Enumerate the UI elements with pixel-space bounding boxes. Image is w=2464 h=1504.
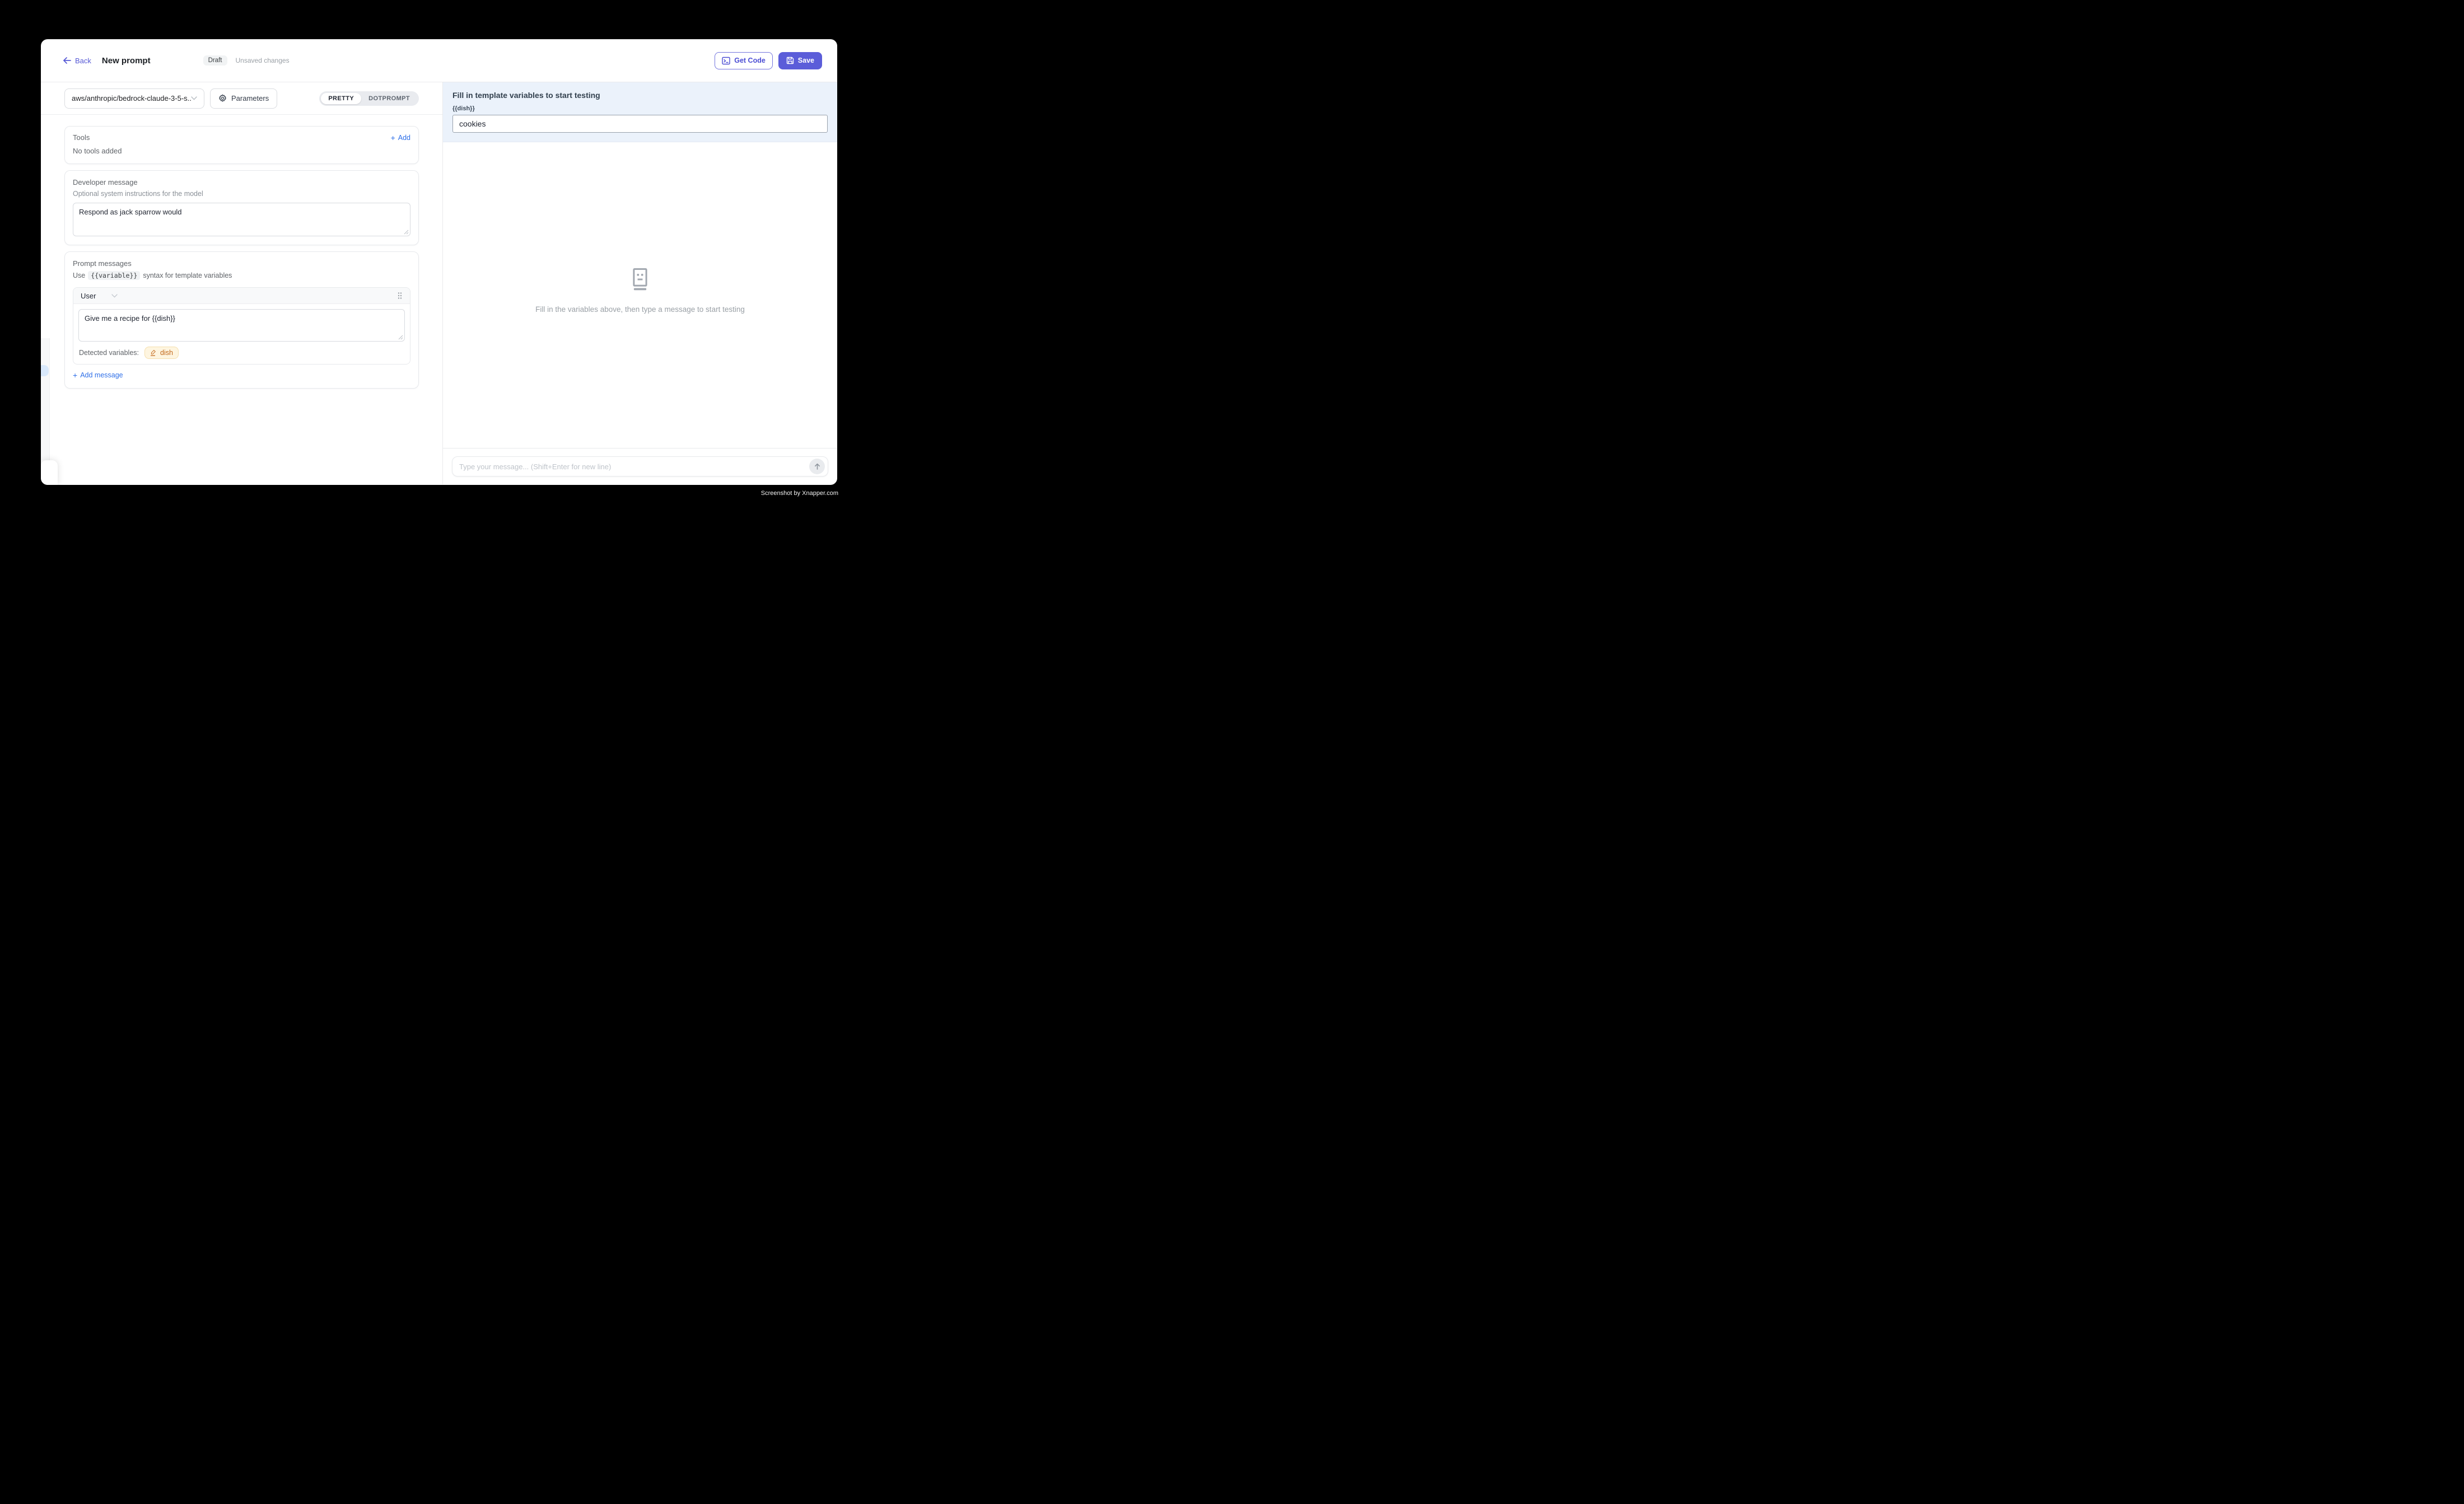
save-button[interactable]: Save xyxy=(778,52,822,69)
developer-message-textarea[interactable] xyxy=(73,203,410,236)
variable-badge-dish[interactable]: dish xyxy=(144,347,179,359)
template-hint: Use {{variable}} syntax for template var… xyxy=(73,271,410,280)
parameters-label: Parameters xyxy=(231,94,269,102)
variable-badge-label: dish xyxy=(160,349,173,357)
role-value: User xyxy=(81,292,96,300)
status-badge: Draft xyxy=(203,55,227,66)
chat-empty-state: Fill in the variables above, then type a… xyxy=(443,138,837,443)
variable-syntax-chip: {{variable}} xyxy=(88,271,140,280)
tools-title: Tools xyxy=(73,133,90,142)
toggle-pretty[interactable]: PRETTY xyxy=(321,93,361,104)
watermark-text: Screenshot by Xnapper.com xyxy=(761,490,838,497)
side-drawer-card[interactable] xyxy=(41,460,58,485)
chevron-down-icon xyxy=(111,294,118,298)
chat-input-container xyxy=(452,456,828,477)
template-variables-section: Fill in template variables to start test… xyxy=(443,82,837,142)
parameters-button[interactable]: Parameters xyxy=(210,88,277,109)
message-header: User xyxy=(73,288,410,304)
add-message-button[interactable]: + Add message xyxy=(73,371,123,379)
drag-handle-icon[interactable] xyxy=(397,292,403,300)
model-select-value: aws/anthropic/bedrock-claude-3-5-s... xyxy=(72,94,191,102)
developer-message-card: Developer message Optional system instru… xyxy=(64,170,419,245)
empty-state-text: Fill in the variables above, then type a… xyxy=(535,305,745,314)
editor-panel: aws/anthropic/bedrock-claude-3-5-s... xyxy=(41,82,443,484)
hint-suffix: syntax for template variables xyxy=(143,272,232,279)
unsaved-changes-text: Unsaved changes xyxy=(236,57,290,64)
screenshot-stage: Back New prompt Draft Unsaved changes Ge… xyxy=(0,0,878,536)
message-body: Detected variables: dis xyxy=(73,304,410,364)
prompt-messages-title: Prompt messages xyxy=(73,259,410,268)
get-code-label: Get Code xyxy=(734,57,766,64)
gear-icon xyxy=(218,94,227,102)
prompt-messages-card: Prompt messages Use {{variable}} syntax … xyxy=(64,251,419,389)
toggle-dotprompt[interactable]: DOTPROMPT xyxy=(361,93,417,104)
plus-icon: + xyxy=(391,134,395,142)
developer-message-subtitle: Optional system instructions for the mod… xyxy=(73,190,410,198)
model-toolbar: aws/anthropic/bedrock-claude-3-5-s... xyxy=(41,82,442,115)
detected-variables-label: Detected variables: xyxy=(79,349,139,357)
message-block: User xyxy=(73,287,410,365)
app-window: Back New prompt Draft Unsaved changes Ge… xyxy=(41,39,837,485)
variables-heading: Fill in template variables to start test… xyxy=(452,91,828,100)
chat-message-input[interactable] xyxy=(459,463,809,471)
test-panel: Fill in template variables to start test… xyxy=(443,82,837,484)
editor-cards: Tools + Add No tools added Developer mes… xyxy=(41,115,442,389)
robot-face-icon xyxy=(630,268,650,291)
model-select[interactable]: aws/anthropic/bedrock-claude-3-5-s... xyxy=(64,88,204,109)
add-message-label: Add message xyxy=(80,371,123,379)
back-arrow-icon xyxy=(63,57,71,64)
side-drawer-active-item[interactable] xyxy=(41,365,49,376)
page-title: New prompt xyxy=(102,56,151,66)
send-button[interactable] xyxy=(809,459,825,474)
get-code-button[interactable]: Get Code xyxy=(715,52,773,69)
save-label: Save xyxy=(798,57,814,64)
tools-card: Tools + Add No tools added xyxy=(64,126,419,164)
hint-prefix: Use xyxy=(73,272,85,279)
role-select[interactable]: User xyxy=(81,292,118,300)
variable-value-input[interactable] xyxy=(452,115,828,133)
edit-pen-icon xyxy=(150,349,157,356)
tools-empty-text: No tools added xyxy=(73,147,410,155)
save-icon xyxy=(786,57,794,64)
page-header: Back New prompt Draft Unsaved changes Ge… xyxy=(41,39,837,82)
chevron-down-icon xyxy=(191,96,197,100)
side-drawer-strip xyxy=(41,338,50,460)
add-tool-button[interactable]: + Add xyxy=(391,134,410,142)
arrow-up-icon xyxy=(814,463,821,470)
message-textarea[interactable] xyxy=(78,309,405,342)
add-tool-label: Add xyxy=(398,134,410,142)
chat-input-bar xyxy=(443,448,837,484)
window-body: aws/anthropic/bedrock-claude-3-5-s... xyxy=(41,82,837,484)
variable-key-label: {{dish}} xyxy=(452,105,828,112)
plus-icon: + xyxy=(73,371,77,379)
terminal-icon xyxy=(722,57,730,65)
back-label: Back xyxy=(75,57,91,65)
developer-message-title: Developer message xyxy=(73,178,410,186)
detected-variables-row: Detected variables: dis xyxy=(78,347,405,359)
back-button[interactable]: Back xyxy=(63,57,91,65)
view-mode-toggle: PRETTY DOTPROMPT xyxy=(319,91,419,106)
